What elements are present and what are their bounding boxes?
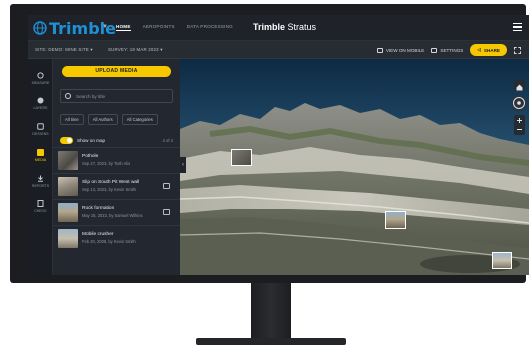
list-item[interactable]: Pothole Sep 27, 2023, by Tosh Alis: [53, 147, 180, 173]
rail-item-check[interactable]: CHECK: [28, 200, 53, 213]
list-item[interactable]: Rock formation May 15, 2023, by Samuel W…: [53, 199, 180, 225]
main-nav: HOME AEROPOINTS DATA PROCESSING: [116, 24, 233, 31]
filter-authors[interactable]: All Authors: [87, 114, 118, 125]
settings-icon: [431, 47, 438, 53]
media-thumbnail: [58, 229, 78, 248]
app-title-bold: Trimble: [253, 22, 286, 32]
app-title: Trimble Stratus: [253, 22, 316, 32]
rail-item-measure[interactable]: MEASURE: [28, 72, 53, 85]
filter-categories[interactable]: All Categories: [121, 114, 158, 125]
share-label: SHARE: [483, 47, 500, 53]
compass-control[interactable]: [512, 95, 526, 111]
media-panel: UPLOAD MEDIA Search by title All time Al…: [53, 59, 180, 275]
tab-home[interactable]: HOME: [116, 24, 131, 31]
media-marker[interactable]: [231, 149, 252, 166]
search-input[interactable]: Search by title: [60, 89, 173, 103]
app-screen: Trimble ▼ HOME AEROPOINTS DATA PROCESSIN…: [28, 15, 529, 275]
media-title: Slip on South Pit West wall: [82, 180, 140, 185]
rail-label: MEASURE: [31, 81, 50, 85]
top-bar: Trimble ▼ HOME AEROPOINTS DATA PROCESSIN…: [28, 15, 529, 41]
home-icon: [516, 84, 523, 91]
collapse-panel-button[interactable]: ‹: [180, 157, 186, 173]
search-icon: [65, 93, 71, 99]
settings-label: SETTINGS: [440, 47, 464, 53]
show-on-map-label: Show on map: [77, 138, 106, 143]
rail-label: REPORTS: [31, 184, 50, 188]
terrain-model: [180, 59, 529, 275]
qr-icon: [376, 47, 383, 53]
media-icon: [37, 149, 44, 156]
site-bar: SITE: DEMO: MINE SITE ▾ SURVEY: 18 MAR 2…: [28, 41, 529, 59]
trimble-globe-icon: [33, 21, 47, 35]
app-title-light: Stratus: [287, 22, 317, 32]
search-placeholder: Search by title: [76, 94, 106, 99]
menu-icon[interactable]: [513, 23, 522, 32]
rail-label: MEDIA: [34, 158, 47, 162]
media-thumbnail: [58, 151, 78, 170]
layers-icon: [37, 97, 44, 104]
media-thumbnail: [58, 177, 78, 196]
tab-aeropoints[interactable]: AEROPOINTS: [143, 24, 175, 31]
survey-selector[interactable]: SURVEY: 18 MAR 2023 ▾: [108, 47, 163, 53]
share-icon: ◁: [477, 47, 481, 52]
rail-item-reports[interactable]: REPORTS: [28, 175, 53, 188]
reports-icon: [38, 175, 43, 182]
filter-row: All time All Authors All Categories: [60, 114, 158, 125]
filter-time[interactable]: All time: [60, 114, 84, 125]
list-item[interactable]: Slip on South Pit West wall Sep 13, 2023…: [53, 173, 180, 199]
media-title: Rock formation: [82, 206, 115, 211]
media-list: Pothole Sep 27, 2023, by Tosh Alis Slip …: [53, 147, 180, 251]
tool-rail: MEASURE LAYERS DESIGNS MEDIA REPORTS CHE…: [28, 59, 53, 275]
tab-data-processing[interactable]: DATA PROCESSING: [187, 24, 233, 31]
site-selector[interactable]: SITE: DEMO: MINE SITE ▾: [35, 47, 93, 53]
media-title: Mobile crusher: [82, 232, 114, 237]
media-thumbnail: [58, 203, 78, 222]
fullscreen-icon[interactable]: [514, 46, 521, 54]
compass-icon: [513, 97, 525, 109]
chevron-down-icon[interactable]: ▼: [102, 24, 108, 30]
show-on-map-row: Show on map 4 of 4: [60, 137, 173, 145]
zoom-control[interactable]: [514, 115, 525, 135]
monitor: Trimble ▼ HOME AEROPOINTS DATA PROCESSIN…: [10, 4, 529, 283]
media-meta: Sep 13, 2023, by Kevin Smith: [82, 187, 136, 192]
rail-label: DESIGNS: [32, 132, 49, 136]
media-title: Pothole: [82, 154, 99, 159]
3d-site-view[interactable]: ‹: [180, 59, 529, 275]
settings-button[interactable]: SETTINGS: [431, 47, 464, 53]
list-item[interactable]: Mobile crusher Feb 20, 2008, by Kevin Sm…: [53, 225, 180, 251]
view-on-mobile-label: VIEW ON MOBILE: [385, 47, 425, 53]
measure-icon: [37, 72, 44, 79]
media-marker[interactable]: [385, 211, 406, 229]
rail-item-designs[interactable]: DESIGNS: [28, 123, 53, 136]
media-meta: May 15, 2023, by Samuel Wilkins: [82, 213, 143, 218]
home-view-button[interactable]: [514, 80, 525, 91]
comment-icon[interactable]: [163, 183, 170, 189]
monitor-base: [196, 338, 346, 345]
media-marker[interactable]: [492, 252, 512, 269]
show-on-map-toggle[interactable]: [60, 137, 73, 144]
media-meta: Feb 20, 2008, by Kevin Smith: [82, 239, 136, 244]
site-bar-actions: VIEW ON MOBILE SETTINGS ◁ SHARE: [376, 44, 521, 56]
rail-label: LAYERS: [33, 106, 48, 110]
designs-icon: [37, 123, 44, 130]
rail-label: CHECK: [34, 209, 47, 213]
media-meta: Sep 27, 2023, by Tosh Alis: [82, 161, 131, 166]
check-icon: [37, 200, 44, 207]
rail-item-media[interactable]: MEDIA: [28, 149, 53, 162]
upload-media-button[interactable]: UPLOAD MEDIA: [62, 66, 171, 77]
share-button[interactable]: ◁ SHARE: [470, 44, 507, 56]
zoom-icon: [517, 118, 522, 130]
view-on-mobile-button[interactable]: VIEW ON MOBILE: [376, 47, 425, 53]
comment-icon[interactable]: [163, 209, 170, 215]
media-count: 4 of 4: [162, 138, 173, 143]
product-mockup: Trimble ▼ HOME AEROPOINTS DATA PROCESSIN…: [0, 0, 531, 348]
monitor-stand: [251, 283, 291, 340]
rail-item-layers[interactable]: LAYERS: [28, 97, 53, 110]
